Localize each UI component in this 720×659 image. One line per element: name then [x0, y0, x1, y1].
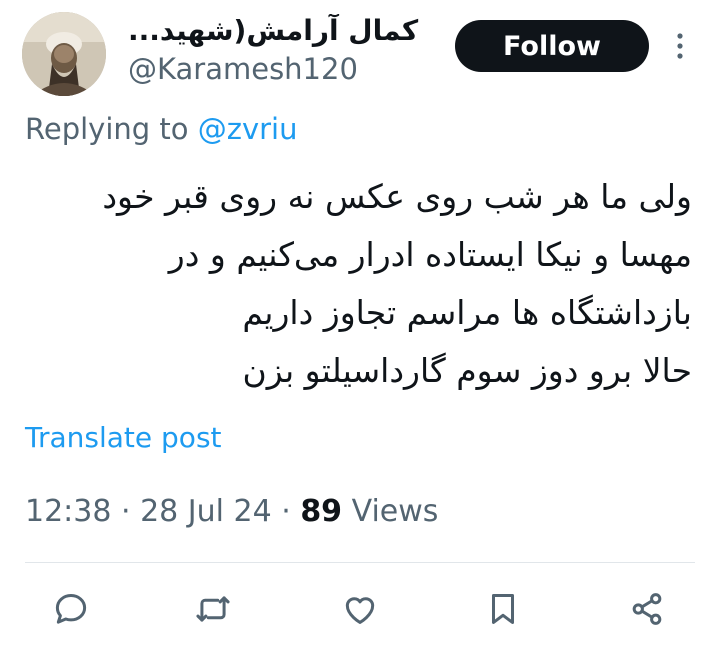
- post-date[interactable]: 28 Jul 24: [140, 494, 272, 529]
- share-icon: [632, 593, 662, 625]
- repost-icon: [196, 596, 230, 622]
- author-display-name[interactable]: کمال آرامش(شهید...: [128, 14, 428, 47]
- action-bar: [0, 586, 720, 632]
- like-icon: [345, 597, 375, 624]
- post-text-line: ولی ما هر شب روی عکس نه روی قبر خود: [102, 177, 692, 216]
- author-handle[interactable]: @Karamesh120: [128, 52, 358, 86]
- post-time[interactable]: 12:38: [25, 494, 111, 529]
- views-count: 89: [300, 494, 343, 529]
- like-button[interactable]: [337, 586, 383, 632]
- replying-to-handle-link[interactable]: @zvriu: [198, 112, 298, 146]
- follow-button[interactable]: Follow: [455, 20, 649, 72]
- post-metadata: 12:38 · 28 Jul 24 · 89 Views: [25, 494, 438, 529]
- bookmark-button[interactable]: [480, 586, 526, 632]
- post-text: ولی ما هر شب روی عکس نه روی قبر خود مهسا…: [30, 168, 692, 400]
- post-text-line: بازداشتگاه ها مراسم تجاوز داریم: [242, 293, 692, 332]
- divider: [25, 562, 695, 563]
- post-text-line: حالا برو دوز سوم گارداسیلتو بزن: [242, 351, 692, 390]
- translate-post-link[interactable]: Translate post: [25, 421, 222, 454]
- reply-icon: [55, 594, 87, 624]
- replying-to: Replying to @zvriu: [25, 112, 297, 146]
- views-label: Views: [342, 494, 439, 529]
- reply-button[interactable]: [48, 586, 94, 632]
- meta-separator: ·: [271, 494, 301, 529]
- vertical-ellipsis-icon: [677, 33, 683, 59]
- profile-photo: [22, 12, 106, 96]
- more-options-button[interactable]: [665, 26, 695, 66]
- repost-button[interactable]: [190, 586, 236, 632]
- avatar[interactable]: [22, 12, 106, 96]
- share-button[interactable]: [624, 586, 670, 632]
- bookmark-icon: [491, 594, 515, 624]
- replying-to-label: Replying to: [25, 112, 189, 146]
- post-text-line: مهسا و نیکا ایستاده ادرار می‌کنیم و در: [168, 235, 692, 274]
- meta-separator: ·: [111, 494, 141, 529]
